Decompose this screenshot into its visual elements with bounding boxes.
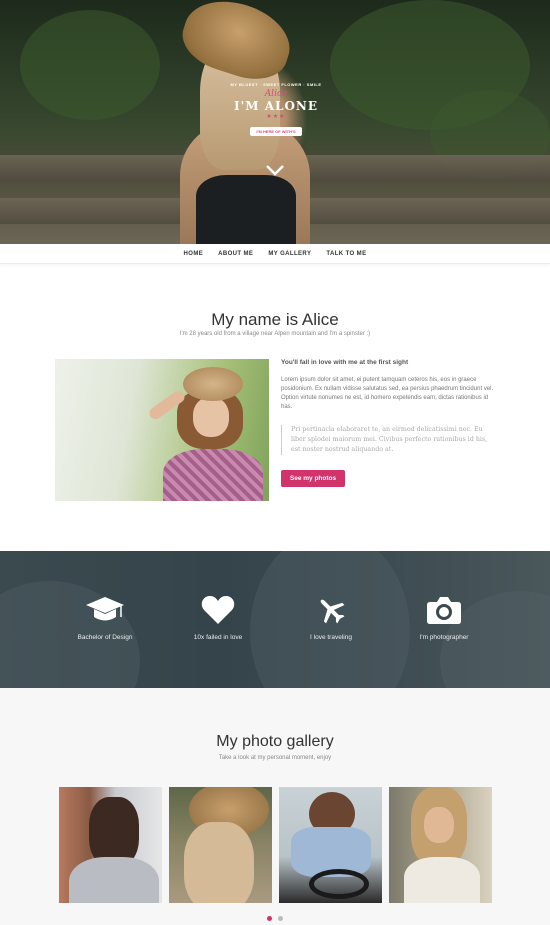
feature-item: I'm photographer <box>389 595 499 641</box>
about-quote: Pri pertinacia elaboraret te, an eirmod … <box>281 425 496 455</box>
about-subtitle: I'm 28 years old from a village near Alp… <box>179 331 371 337</box>
badge-stars: ★★★ <box>266 114 286 120</box>
see-my-photos-button[interactable]: See my photos <box>281 470 345 487</box>
gallery-section: My photo gallery Take a look at my perso… <box>0 688 550 925</box>
pagination-dot-active[interactable] <box>267 916 272 921</box>
gallery-photo[interactable] <box>279 787 382 903</box>
about-text: You'll fall in love with me at the first… <box>281 359 496 455</box>
gallery-title: My photo gallery <box>216 733 334 750</box>
foliage <box>20 10 160 120</box>
graduation-cap-icon <box>86 597 124 621</box>
photo-top <box>69 857 159 903</box>
feature-label: Bachelor of Design <box>77 634 133 641</box>
chevron-down-icon[interactable] <box>265 163 285 177</box>
photo-face <box>424 807 454 843</box>
pagination-dot[interactable] <box>278 916 283 921</box>
hero-banner: MY BLUEST · SWEET FLOWER · SMILE Alice I… <box>0 0 550 244</box>
nav-my-gallery[interactable]: MY GALLERY <box>268 251 311 257</box>
about-photo <box>55 359 269 501</box>
about-paragraph: Lorem ipsum dolor sit amet, ei putent ta… <box>281 377 494 410</box>
about-title: My name is Alice <box>211 310 339 329</box>
photo-face <box>193 397 229 437</box>
camera-icon <box>427 597 461 624</box>
badge-title: I'M ALONE <box>233 99 319 113</box>
nav-talk-to-me[interactable]: TALK TO ME <box>326 251 366 257</box>
feature-item: Bachelor of Design <box>50 595 160 641</box>
features-section: Bachelor of Design 10x failed in love I … <box>0 551 550 688</box>
badge-ribbon: I'M HERE OF WITH'S <box>250 127 302 136</box>
photo-top <box>404 857 480 903</box>
gallery-pagination <box>267 916 283 921</box>
gallery-photo[interactable] <box>389 787 492 903</box>
feature-label: I'm photographer <box>419 634 469 641</box>
about-section: My name is Alice I'm 28 years old from a… <box>0 264 550 551</box>
feature-item: I love traveling <box>276 595 386 641</box>
photo-bike <box>309 869 369 899</box>
feature-label: I love traveling <box>310 634 352 641</box>
badge-small-text: MY BLUEST · SWEET FLOWER · SMILE <box>230 82 322 87</box>
nav-about-me[interactable]: ABOUT ME <box>218 251 253 257</box>
heart-icon <box>201 596 235 624</box>
photo-hat <box>183 367 243 401</box>
gallery-subtitle: Take a look at my personal moment, enjoy <box>218 755 332 761</box>
hero-figure-hat <box>174 0 300 89</box>
nav-home[interactable]: HOME <box>184 251 204 257</box>
main-nav: HOME ABOUT ME MY GALLERY TALK TO ME <box>0 244 550 264</box>
gallery-photo[interactable] <box>169 787 272 903</box>
photo-top <box>163 449 263 501</box>
badge-script-text: Alice <box>264 89 288 99</box>
feature-label: 10x failed in love <box>193 634 243 641</box>
photo-hair <box>184 822 254 903</box>
feature-item: 10x failed in love <box>163 595 273 641</box>
gallery-photo[interactable] <box>59 787 162 903</box>
about-lead: You'll fall in love with me at the first… <box>281 359 409 366</box>
hero-figure-dress <box>196 175 296 244</box>
plane-icon <box>320 599 345 624</box>
hero-badge-logo: MY BLUEST · SWEET FLOWER · SMILE Alice I… <box>230 82 322 138</box>
